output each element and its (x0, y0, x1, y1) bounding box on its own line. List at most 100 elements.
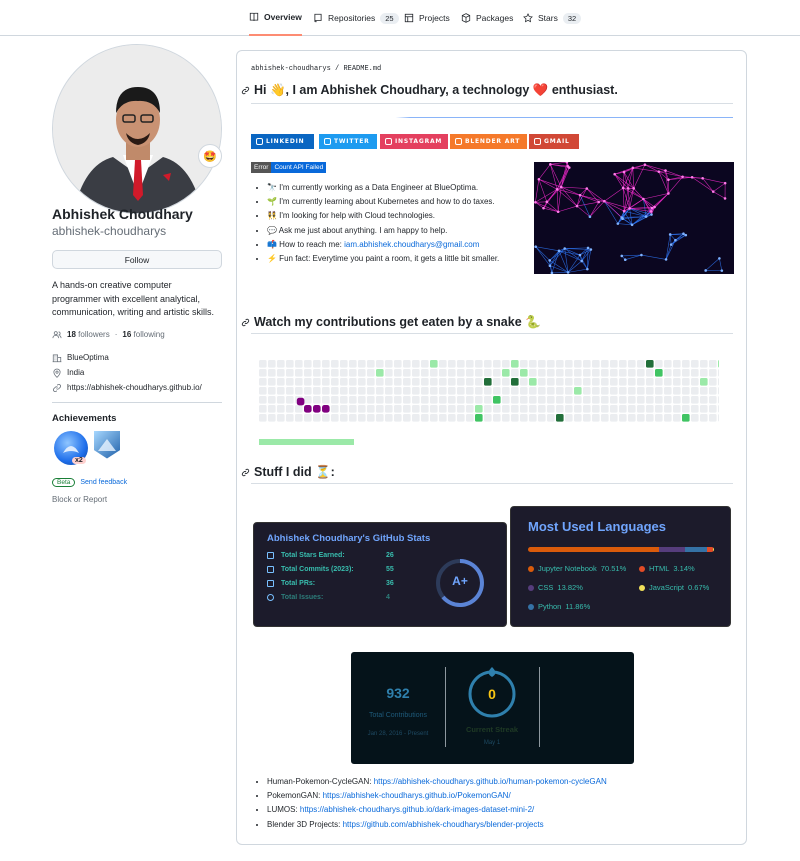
send-feedback-link[interactable]: Send feedback (80, 479, 127, 486)
contribution-cell (403, 378, 411, 386)
language-item: HTML 3.14% (639, 564, 695, 573)
follow-button[interactable]: Follow (52, 250, 222, 269)
contribution-cell (700, 360, 708, 368)
snake-progress-bar (259, 439, 354, 445)
website-link[interactable]: https://abhishek-choudharys.github.io/ (67, 383, 202, 392)
badge-instagram[interactable]: INSTAGRAM (380, 134, 448, 149)
contribution-cell (277, 405, 285, 413)
contribution-cell (268, 396, 276, 404)
contribution-cell (637, 360, 645, 368)
contribution-cell (556, 396, 564, 404)
people-icon (52, 330, 62, 338)
contribution-cell (466, 405, 474, 413)
contribution-cell (709, 405, 717, 413)
network-edge (556, 189, 559, 212)
contribution-cell (394, 369, 402, 377)
block-or-report-link[interactable]: Block or Report (52, 495, 222, 504)
badge-blender-art[interactable]: BLENDER ART (450, 134, 527, 149)
contribution-cell (529, 387, 537, 395)
contribution-cell (439, 360, 447, 368)
network-edge (556, 166, 569, 190)
contribution-cell (259, 369, 267, 377)
contribution-cell (538, 396, 546, 404)
star-icon (523, 13, 533, 23)
stat-label: Total PRs: (281, 580, 316, 587)
tab-overview[interactable]: Overview (249, 0, 302, 36)
contribution-cell (457, 369, 465, 377)
heading-text: Hi 👋, I am Abhishek Choudhary, a technol… (254, 83, 618, 97)
contribution-cell (421, 360, 429, 368)
tab-packages[interactable]: Packages (461, 0, 513, 36)
profile-bio: A hands-on creative computer programmer … (52, 280, 215, 317)
contribution-cell (268, 405, 276, 413)
contribution-cell (466, 369, 474, 377)
contribution-cell (340, 378, 348, 386)
contribution-cell (556, 378, 564, 386)
project-link[interactable]: https://abhishek-choudharys.github.io/da… (300, 805, 534, 814)
contribution-cell (322, 360, 330, 368)
contribution-cell (376, 396, 384, 404)
star-icon (267, 552, 274, 559)
contribution-cell (484, 414, 492, 422)
contribution-cell (691, 387, 699, 395)
streak-stats-card: 932 Total Contributions Jan 28, 2016 - P… (351, 652, 634, 764)
following-link[interactable]: 16 following (122, 330, 164, 339)
contribution-cell (403, 360, 411, 368)
contribution-cell (682, 396, 690, 404)
network-node (585, 187, 589, 190)
anchor-link-icon[interactable] (241, 468, 250, 477)
language-percent: 13.82% (557, 583, 583, 592)
contribution-cell (385, 378, 393, 386)
avatar[interactable] (52, 44, 222, 214)
contribution-cell (394, 387, 402, 395)
achievement-yolo-badge[interactable] (94, 430, 120, 459)
about-list: 🔭 I'm currently working as a Data Engine… (259, 181, 529, 266)
contribution-cell (340, 414, 348, 422)
contribution-cell (628, 405, 636, 413)
contribution-cell (574, 378, 582, 386)
list-item: 🌱 I'm currently learning about Kubernete… (267, 195, 529, 209)
followers-link[interactable]: 18 followers (67, 330, 110, 339)
current-streak-value: 0 (488, 686, 496, 702)
contribution-cell (682, 369, 690, 377)
issue-icon (267, 594, 274, 601)
badge-twitter[interactable]: TWITTER (319, 134, 377, 149)
project-link[interactable]: https://github.com/abhishek-choudharys/b… (343, 820, 544, 829)
contribution-cell (286, 378, 294, 386)
project-label: LUMOS: (267, 805, 300, 815)
tab-stars[interactable]: Stars 32 (523, 0, 582, 36)
badge-linkedin[interactable]: LINKEDIN (251, 134, 314, 149)
contribution-cell (277, 387, 285, 395)
network-edge (713, 191, 726, 199)
network-node (548, 259, 552, 262)
contribution-cell (430, 360, 438, 368)
anchor-link-icon[interactable] (241, 86, 250, 95)
contribution-cell (520, 378, 528, 386)
tab-projects[interactable]: Projects (404, 0, 450, 36)
location-text: India (67, 368, 85, 377)
project-link[interactable]: https://abhishek-choudharys.github.io/hu… (374, 777, 607, 786)
contribution-cell (592, 396, 600, 404)
contribution-cell (502, 396, 510, 404)
network-node (550, 271, 554, 274)
anchor-link-icon[interactable] (241, 318, 250, 327)
status-emoji-button[interactable]: 🤩 (198, 144, 222, 168)
network-edge (560, 186, 578, 207)
contribution-cell (313, 378, 321, 386)
project-link[interactable]: https://abhishek-choudharys.github.io/Po… (323, 791, 511, 800)
contribution-cell (601, 360, 609, 368)
network-node (537, 177, 541, 181)
profile-tabs-bar: Overview Repositories 25 Projects Packag… (0, 0, 800, 36)
badge-gmail[interactable]: GMAIL (529, 134, 579, 149)
readme-repo-link[interactable]: abhishek-choudharys (251, 65, 331, 73)
tab-repositories[interactable]: Repositories 25 (313, 0, 399, 36)
contribution-cell (529, 396, 537, 404)
contribution-cell (484, 369, 492, 377)
email-link[interactable]: iam.abhishek.choudharys@gmail.com (344, 240, 479, 249)
network-edge (622, 172, 625, 189)
heading-rule (251, 333, 733, 334)
contribution-cell (520, 369, 528, 377)
network-edge (713, 182, 726, 192)
total-contributions-value: 932 (386, 685, 410, 701)
contribution-cell (655, 378, 663, 386)
